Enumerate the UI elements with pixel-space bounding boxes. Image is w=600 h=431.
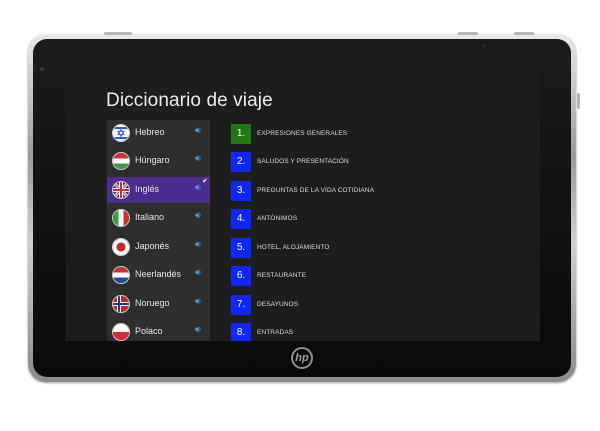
topic-item-3[interactable]: 3. PREGUNTAS DE LA VIDA COTIDIANA: [231, 181, 521, 201]
language-label: Polaco: [135, 326, 163, 336]
topic-number: 2.: [231, 152, 251, 172]
language-item-neerlandes[interactable]: Neerlandés 🔊︎: [107, 262, 210, 288]
topic-number: 5.: [231, 238, 251, 258]
camera-icon: [40, 67, 44, 71]
topic-label: PREGUNTAS DE LA VIDA COTIDIANA: [257, 187, 375, 194]
language-label: Húngaro: [135, 155, 170, 165]
app-screen: Diccionario de viaje Hebreo 🔊︎ Húngaro 🔊…: [65, 73, 540, 341]
hp-logo: hp: [291, 347, 313, 369]
tablet-side-button: [577, 93, 580, 109]
language-item-ingles[interactable]: Inglés ✔ 🔊︎: [107, 177, 210, 203]
speaker-icon[interactable]: 🔊︎: [195, 267, 201, 278]
topic-label: EXPRESIONES GENERALES: [257, 130, 348, 137]
language-item-polaco[interactable]: Polaco 🔊︎: [107, 319, 210, 341]
language-item-japones[interactable]: Japonés 🔊︎: [107, 234, 210, 260]
topic-label: ENTRADAS: [257, 329, 294, 336]
speaker-icon[interactable]: 🔊︎: [195, 182, 201, 193]
topic-item-5[interactable]: 5. HOTEL, ALOJAMIENTO: [231, 238, 521, 258]
language-item-hungaro[interactable]: Húngaro 🔊︎: [107, 148, 210, 174]
poland-flag-icon: [112, 323, 130, 341]
language-list[interactable]: Hebreo 🔊︎ Húngaro 🔊︎ Inglés ✔ 🔊︎ Italian…: [107, 120, 210, 341]
language-label: Inglés: [135, 184, 160, 194]
topic-label: ANTÓNIMOS: [257, 215, 298, 222]
language-item-noruego[interactable]: Noruego 🔊︎: [107, 291, 210, 317]
japan-flag-icon: [112, 238, 130, 256]
language-label: Italiano: [135, 212, 165, 222]
language-label: Neerlandés: [135, 269, 182, 279]
selected-check-icon: ✔: [202, 178, 208, 185]
israel-flag-icon: [112, 124, 130, 142]
speaker-icon[interactable]: 🔊︎: [195, 324, 201, 335]
topic-item-4[interactable]: 4. ANTÓNIMOS: [231, 209, 521, 229]
topic-number: 3.: [231, 181, 251, 201]
language-item-italiano[interactable]: Italiano 🔊︎: [107, 205, 210, 231]
speaker-icon[interactable]: 🔊︎: [195, 239, 201, 250]
topic-item-2[interactable]: 2. SALUDOS Y PRESENTACIÓN: [231, 152, 521, 172]
hungary-flag-icon: [112, 152, 130, 170]
front-camera-icon: [483, 44, 486, 47]
language-label: Hebreo: [135, 127, 165, 137]
topic-label: SALUDOS Y PRESENTACIÓN: [257, 158, 349, 165]
italy-flag-icon: [112, 209, 130, 227]
language-label: Noruego: [135, 298, 170, 308]
topic-number: 1.: [231, 124, 251, 144]
topic-number: 8.: [231, 323, 251, 341]
uk-flag-icon: [112, 181, 130, 199]
tablet-top-button-left: [104, 32, 132, 35]
topic-item-8[interactable]: 8. ENTRADAS: [231, 323, 521, 341]
speaker-icon[interactable]: 🔊︎: [195, 153, 201, 164]
topic-item-1[interactable]: 1. EXPRESIONES GENERALES: [231, 124, 521, 144]
speaker-icon[interactable]: 🔊︎: [195, 296, 201, 307]
speaker-icon[interactable]: 🔊︎: [195, 125, 201, 136]
language-label: Japonés: [135, 241, 170, 251]
topic-number: 4.: [231, 209, 251, 229]
app-title: Diccionario de viaje: [106, 90, 273, 111]
topic-label: HOTEL, ALOJAMIENTO: [257, 244, 330, 251]
topic-number: 7.: [231, 295, 251, 315]
speaker-icon[interactable]: 🔊︎: [195, 210, 201, 221]
norway-flag-icon: [112, 295, 130, 313]
topic-label: RESTAURANTE: [257, 272, 307, 279]
topic-item-7[interactable]: 7. DESAYUNOS: [231, 295, 521, 315]
tablet-top-button-right: [458, 32, 478, 35]
netherlands-flag-icon: [112, 266, 130, 284]
tablet-top-button-right-2: [514, 32, 534, 35]
topic-label: DESAYUNOS: [257, 301, 299, 308]
topic-number: 6.: [231, 266, 251, 286]
topic-item-6[interactable]: 6. RESTAURANTE: [231, 266, 521, 286]
language-item-hebreo[interactable]: Hebreo 🔊︎: [107, 120, 210, 146]
